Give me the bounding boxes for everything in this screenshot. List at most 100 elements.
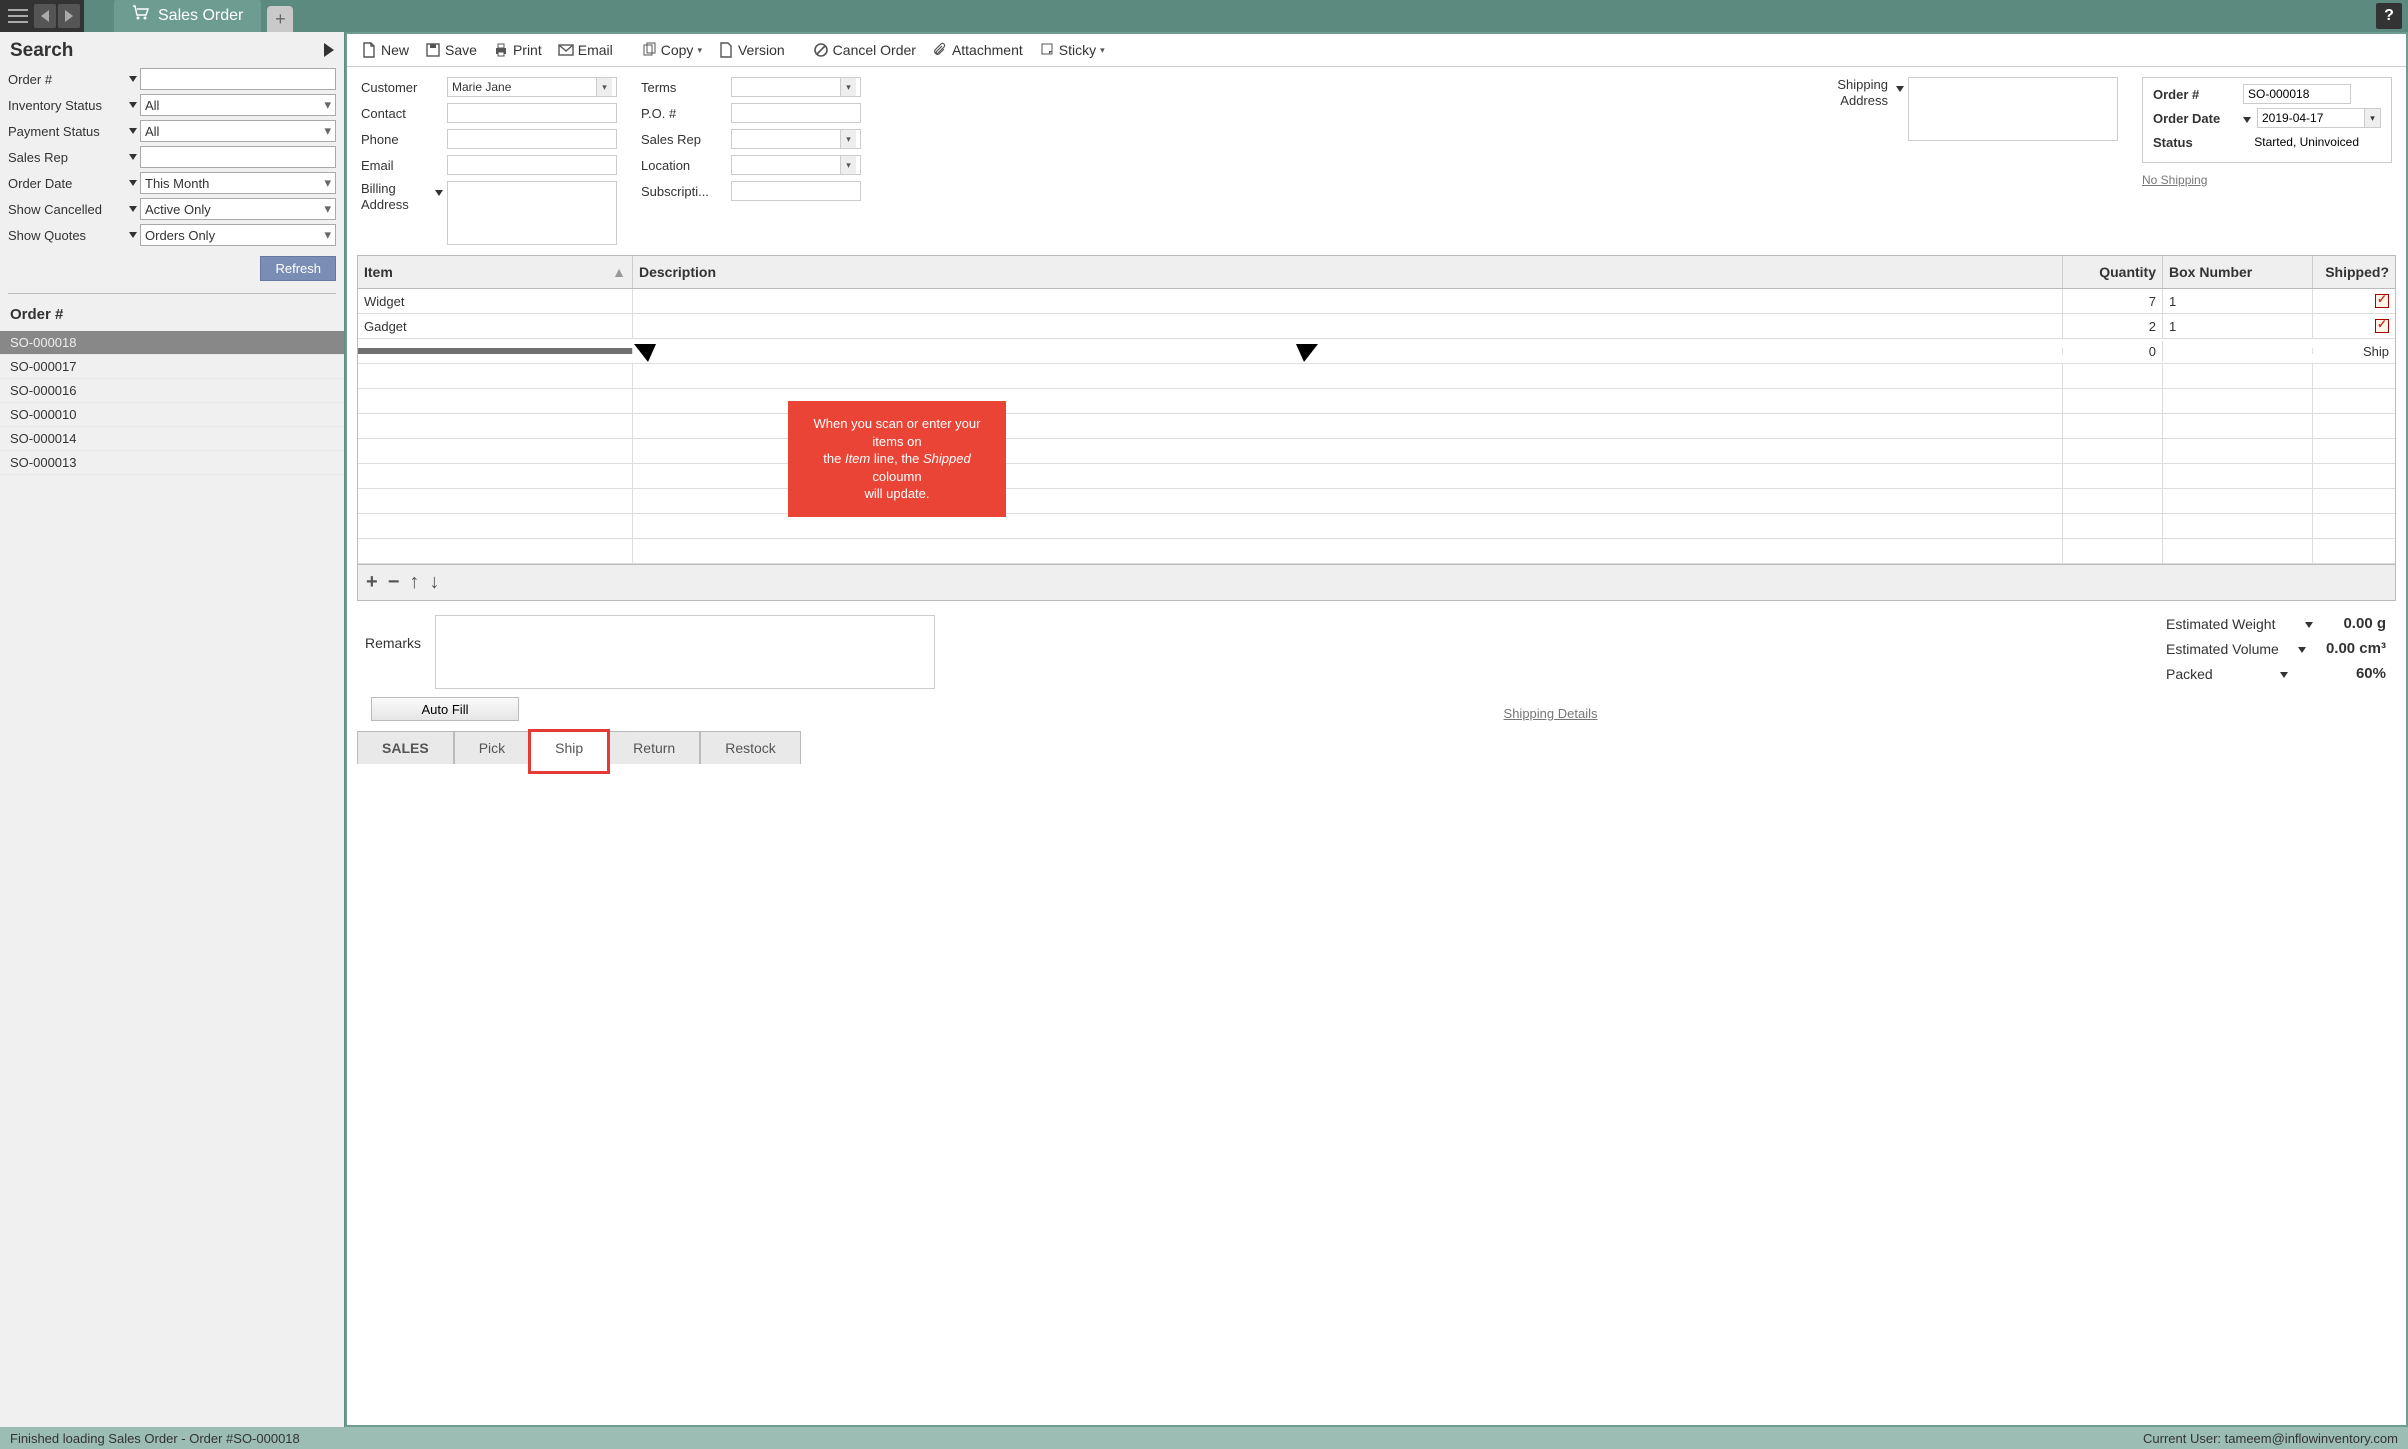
tab-pick[interactable]: Pick xyxy=(454,731,530,764)
tab-add-button[interactable]: + xyxy=(267,6,293,32)
caret-icon[interactable] xyxy=(126,76,140,82)
table-row[interactable] xyxy=(358,439,2395,464)
cell-item[interactable] xyxy=(358,439,633,463)
save-button[interactable]: Save xyxy=(419,40,483,60)
cell-shipped[interactable] xyxy=(2313,439,2395,463)
caret-icon[interactable] xyxy=(2305,616,2313,631)
cell-shipped[interactable] xyxy=(2313,514,2395,538)
cell-desc[interactable] xyxy=(633,289,2063,313)
grid-down-button[interactable]: ↓ xyxy=(429,571,439,594)
cell-qty[interactable] xyxy=(2063,414,2163,438)
order-list-item[interactable]: SO-000016 xyxy=(0,379,344,403)
caret-icon[interactable] xyxy=(2243,111,2251,126)
shipping-address-textarea[interactable] xyxy=(1908,77,2118,141)
email-button[interactable]: Email xyxy=(552,40,619,60)
search-show-quotes-select[interactable]: Orders Only▾ xyxy=(140,224,336,246)
cell-box[interactable] xyxy=(2163,364,2313,388)
po-input[interactable] xyxy=(731,103,861,123)
order-list-item[interactable]: SO-000014 xyxy=(0,427,344,451)
billing-textarea[interactable] xyxy=(447,181,617,245)
terms-select[interactable]: ▾ xyxy=(731,77,861,97)
tab-return[interactable]: Return xyxy=(608,731,700,764)
caret-icon[interactable] xyxy=(126,102,140,108)
grid-up-button[interactable]: ↑ xyxy=(409,571,419,594)
collapse-icon[interactable] xyxy=(324,43,334,60)
email-input[interactable] xyxy=(447,155,617,175)
caret-icon[interactable] xyxy=(435,181,447,199)
cell-box[interactable] xyxy=(2163,439,2313,463)
cell-box[interactable] xyxy=(2163,389,2313,413)
cell-qty[interactable] xyxy=(2063,489,2163,513)
cell-box[interactable] xyxy=(2163,539,2313,563)
cell-item[interactable] xyxy=(358,414,633,438)
cell-qty[interactable] xyxy=(2063,464,2163,488)
cell-qty[interactable] xyxy=(2063,439,2163,463)
caret-icon[interactable] xyxy=(126,154,140,160)
cell-box[interactable] xyxy=(2163,514,2313,538)
col-quantity[interactable]: Quantity xyxy=(2063,256,2163,288)
caret-icon[interactable] xyxy=(1896,77,1908,95)
caret-icon[interactable] xyxy=(2280,666,2288,681)
cell-item[interactable]: Gadget xyxy=(358,314,633,338)
location-select[interactable]: ▾ xyxy=(731,155,861,175)
cell-shipped[interactable] xyxy=(2313,389,2395,413)
salesrep-select[interactable]: ▾ xyxy=(731,129,861,149)
order-list-item[interactable]: SO-000013 xyxy=(0,451,344,475)
col-shipped[interactable]: Shipped? xyxy=(2313,256,2395,288)
cell-shipped[interactable] xyxy=(2313,364,2395,388)
tab-restock[interactable]: Restock xyxy=(700,731,801,764)
grid-remove-button[interactable]: − xyxy=(388,571,400,594)
nav-back-button[interactable] xyxy=(34,4,56,28)
customer-select[interactable]: Marie Jane▾ xyxy=(447,77,617,97)
grid-add-button[interactable]: + xyxy=(366,571,378,594)
search-pay-status-select[interactable]: All▾ xyxy=(140,120,336,142)
caret-icon[interactable] xyxy=(2298,641,2306,656)
cell-box[interactable]: 1 xyxy=(2163,314,2313,338)
cell-item[interactable]: Widget xyxy=(358,289,633,313)
cell-shipped[interactable]: Ship xyxy=(2313,341,2395,362)
cell-qty[interactable] xyxy=(2063,539,2163,563)
cell-desc[interactable] xyxy=(633,539,2063,563)
tab-ship[interactable]: Ship xyxy=(530,731,608,772)
cell-item[interactable] xyxy=(358,514,633,538)
cell-qty[interactable] xyxy=(2063,389,2163,413)
cell-qty[interactable]: 7 xyxy=(2063,289,2163,313)
cell-desc[interactable] xyxy=(633,314,2063,338)
search-show-cancelled-select[interactable]: Active Only▾ xyxy=(140,198,336,220)
order-list-item[interactable]: SO-000017 xyxy=(0,355,344,379)
cell-qty[interactable] xyxy=(2063,514,2163,538)
cell-box[interactable] xyxy=(2163,414,2313,438)
cell-item[interactable] xyxy=(358,539,633,563)
cell-shipped[interactable] xyxy=(2313,289,2395,313)
cell-desc[interactable] xyxy=(633,514,2063,538)
search-order-date-select[interactable]: This Month▾ xyxy=(140,172,336,194)
phone-input[interactable] xyxy=(447,129,617,149)
no-shipping-link[interactable]: No Shipping xyxy=(2142,173,2392,187)
table-row[interactable] xyxy=(358,539,2395,564)
table-row[interactable] xyxy=(358,514,2395,539)
search-sales-rep-input[interactable] xyxy=(140,146,336,168)
autofill-button[interactable]: Auto Fill xyxy=(371,697,519,721)
cell-box[interactable] xyxy=(2163,489,2313,513)
sticky-button[interactable]: Sticky▾ xyxy=(1033,40,1111,60)
menu-button[interactable] xyxy=(4,4,32,28)
table-row[interactable] xyxy=(358,489,2395,514)
remarks-textarea[interactable] xyxy=(435,615,935,689)
cell-shipped[interactable] xyxy=(2313,414,2395,438)
cell-box[interactable]: 1 xyxy=(2163,289,2313,313)
cell-item[interactable] xyxy=(358,489,633,513)
col-description[interactable]: Description xyxy=(633,256,2063,288)
cell-item[interactable] xyxy=(358,389,633,413)
caret-icon[interactable] xyxy=(126,232,140,238)
cell-desc[interactable] xyxy=(633,364,2063,388)
tab-sales-order[interactable]: Sales Order xyxy=(114,0,261,32)
version-button[interactable]: Version xyxy=(712,40,791,60)
col-item[interactable]: Item▲ xyxy=(358,256,633,288)
cell-box[interactable] xyxy=(2163,464,2313,488)
caret-icon[interactable] xyxy=(126,206,140,212)
refresh-button[interactable]: Refresh xyxy=(260,256,336,281)
cell-shipped[interactable] xyxy=(2313,314,2395,338)
help-button[interactable]: ? xyxy=(2376,3,2402,29)
cancel-order-button[interactable]: Cancel Order xyxy=(807,40,922,60)
search-order-no-input[interactable] xyxy=(140,68,336,90)
